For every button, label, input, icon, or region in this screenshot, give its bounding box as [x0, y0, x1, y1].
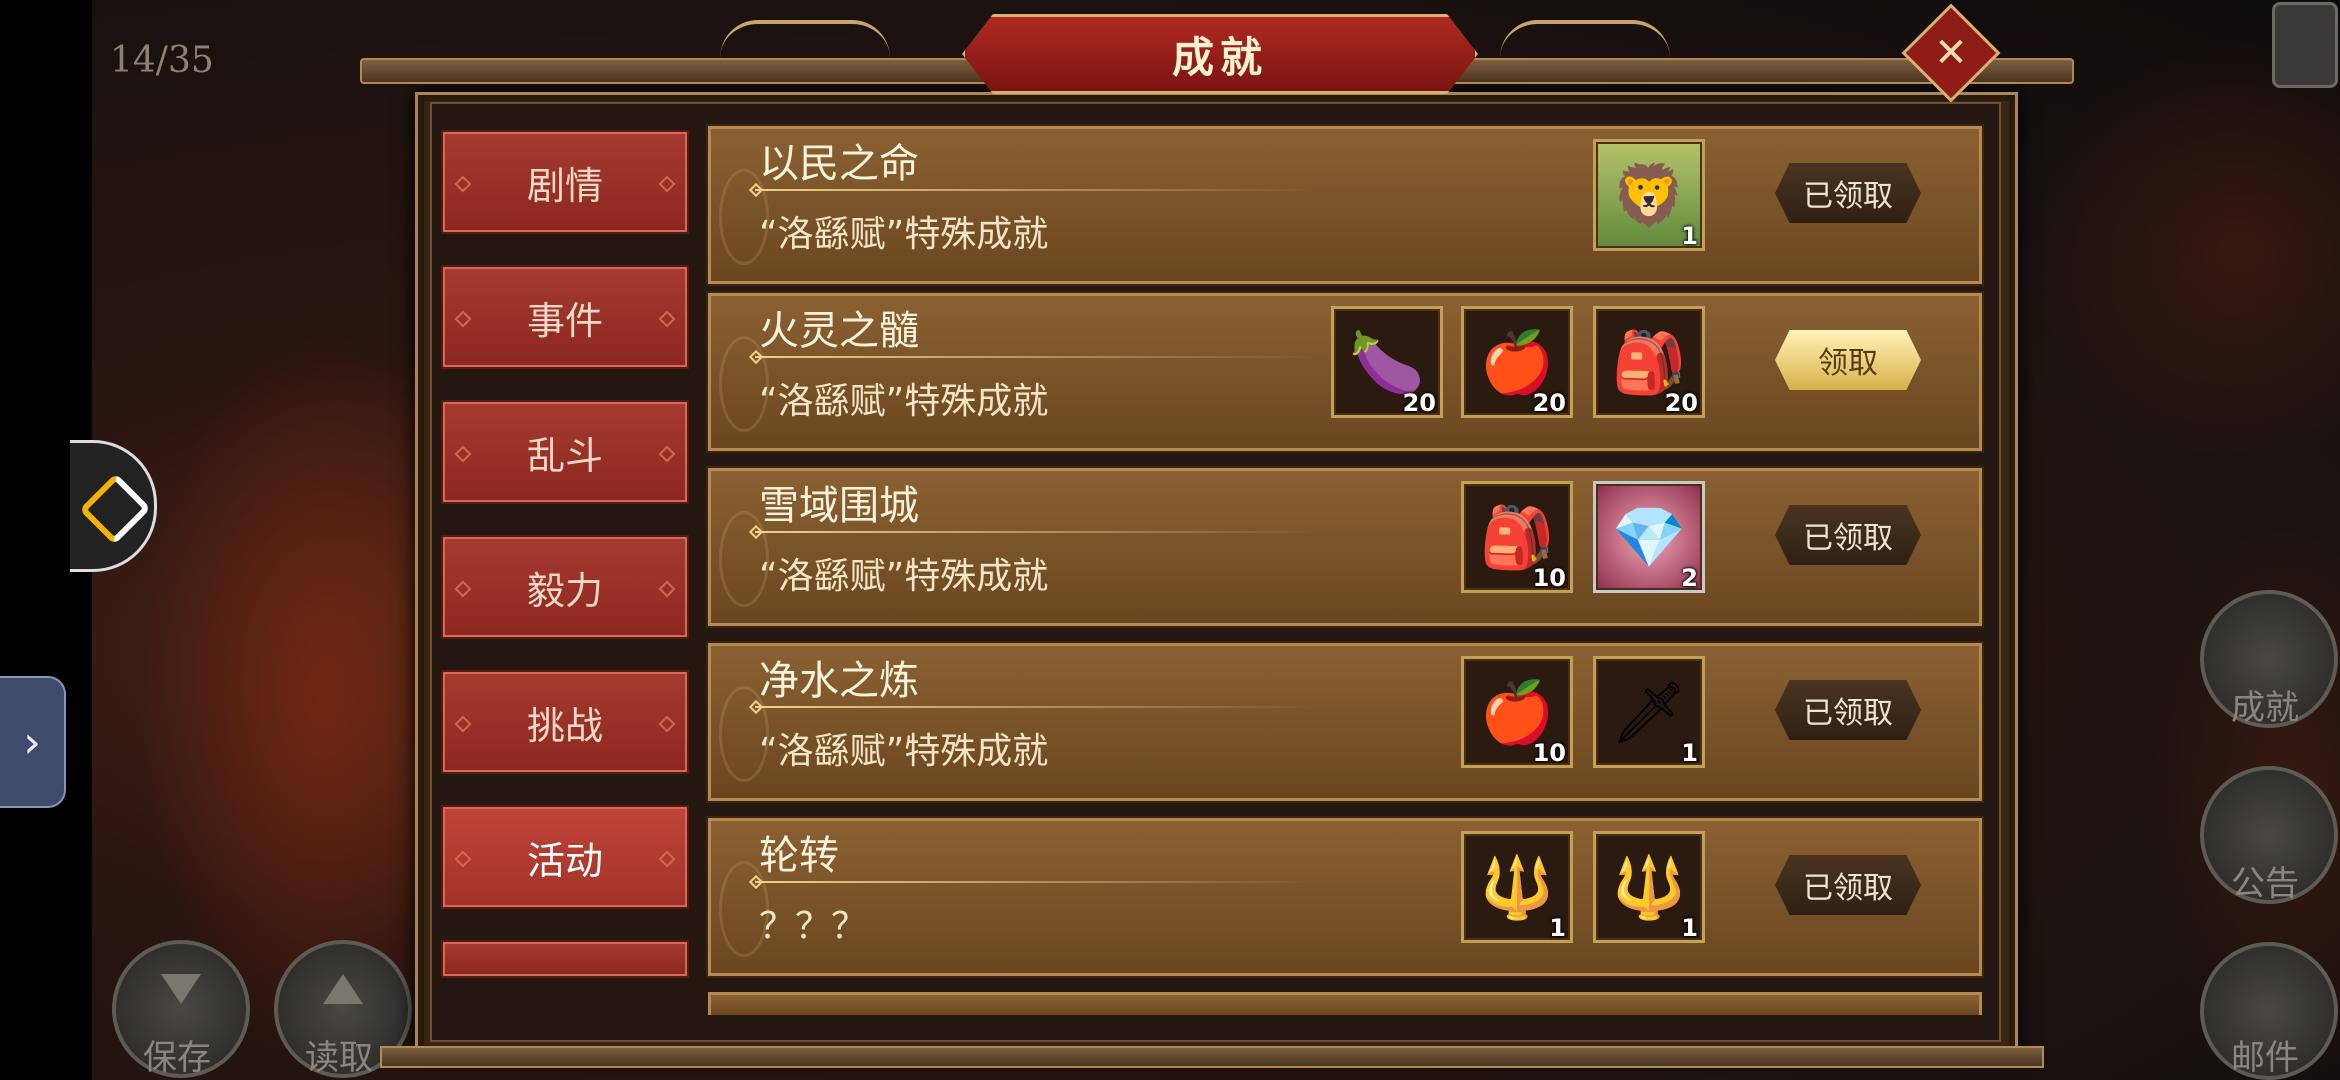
blue-gourd-fruit-icon[interactable]: 🍆 20: [1331, 306, 1443, 418]
achievement-row: 雪域围城 “洛繇赋”特殊成就 🎒 10 💎 2 已领取: [708, 468, 1982, 626]
claimed-button[interactable]: 已领取: [1775, 855, 1921, 915]
red-tassel-spear-icon[interactable]: 🔱 1: [1461, 831, 1573, 943]
achievement-title: 净水之炼: [759, 658, 919, 704]
tab-partial[interactable]: [443, 942, 687, 976]
chibi-general-portrait-icon[interactable]: 🦁 1: [1593, 139, 1705, 251]
expand-sidebar-handle[interactable]: ›: [0, 676, 66, 808]
gold-spear-icon[interactable]: 🔱 1: [1593, 831, 1705, 943]
dialog-bottom-bar: [380, 1046, 2044, 1068]
pink-crystal-icon[interactable]: 💎 2: [1593, 481, 1705, 593]
tab-label: 事件: [526, 298, 603, 343]
red-pomegranate-icon[interactable]: 🍎 10: [1461, 656, 1573, 768]
right-scroll-ornament: [1500, 20, 1670, 58]
achievement-desc: “洛繇赋”特殊成就: [759, 556, 1049, 597]
claim-button[interactable]: 领取: [1775, 330, 1921, 390]
load-icon: [323, 974, 363, 1004]
save-label: 保存: [143, 1038, 211, 1078]
assistant-logo-icon: [78, 472, 152, 546]
reward-count: 1: [1681, 222, 1698, 250]
claimed-button[interactable]: 已领取: [1775, 163, 1921, 223]
achievement-row: 以民之命 “洛繇赋”特殊成就 🦁 1 已领取: [708, 126, 1982, 284]
achievement-title: 雪域围城: [759, 483, 919, 529]
achievement-desc: “洛繇赋”特殊成就: [759, 731, 1049, 772]
red-pomegranate-icon[interactable]: 🍎 20: [1461, 306, 1573, 418]
achievement-title: 以民之命: [759, 141, 919, 187]
tab-perseverance[interactable]: 毅力: [443, 537, 687, 637]
save-icon: [161, 974, 201, 1004]
close-icon[interactable]: ✕: [1916, 18, 1986, 88]
tab-challenge[interactable]: 挑战: [443, 672, 687, 772]
tab-label: 乱斗: [526, 433, 603, 478]
chevron-right-icon: ›: [23, 716, 41, 768]
achievement-desc: “洛繇赋”特殊成就: [759, 381, 1049, 422]
tab-story[interactable]: 剧情: [443, 132, 687, 232]
claimed-button[interactable]: 已领取: [1775, 680, 1921, 740]
achievement-row: 火灵之髓 “洛繇赋”特殊成就 🍆 20 🍎 20 🎒 20 领取: [708, 293, 1982, 451]
red-pouch-icon[interactable]: 🎒 10: [1461, 481, 1573, 593]
page-counter: 14/35: [110, 40, 214, 81]
achievement-title: 轮转: [759, 833, 839, 879]
claimed-button[interactable]: 已领取: [1775, 505, 1921, 565]
achievement-title: 火灵之髓: [759, 308, 919, 354]
corner-menu-icon[interactable]: [2272, 2, 2338, 88]
side-menu-label-2: 邮件: [2231, 1038, 2299, 1078]
reward-count: 2: [1681, 564, 1698, 592]
tab-brawl[interactable]: 乱斗: [443, 402, 687, 502]
reward-count: 20: [1664, 389, 1698, 417]
achievement-desc: ？？？: [759, 906, 868, 947]
tab-label: 毅力: [526, 568, 603, 613]
achievement-row: 轮转 ？？？ 🔱 1 🔱 1 已领取: [708, 818, 1982, 976]
reward-count: 10: [1532, 739, 1566, 767]
side-menu-label-0: 成就: [2231, 688, 2299, 728]
tab-event[interactable]: 事件: [443, 267, 687, 367]
tab-label: 剧情: [526, 163, 603, 208]
reward-count: 1: [1681, 914, 1698, 942]
side-menu-label-1: 公告: [2231, 864, 2299, 904]
reward-count: 20: [1532, 389, 1566, 417]
reward-count: 1: [1681, 739, 1698, 767]
left-scroll-ornament: [720, 20, 890, 58]
reward-count: 1: [1549, 914, 1566, 942]
dialog-title: 成就: [1171, 32, 1268, 82]
achievement-row-partial: [708, 992, 1982, 1015]
tab-label: 挑战: [526, 703, 603, 748]
sword-icon[interactable]: 🗡 1: [1593, 656, 1705, 768]
reward-count: 20: [1402, 389, 1436, 417]
reward-count: 10: [1532, 564, 1566, 592]
dialog-title-plate: 成就: [962, 14, 1478, 94]
tab-activity[interactable]: 活动: [443, 807, 687, 907]
red-pouch-icon[interactable]: 🎒 20: [1593, 306, 1705, 418]
achievement-row: 净水之炼 “洛繇赋”特殊成就 🍎 10 🗡 1 已领取: [708, 643, 1982, 801]
achievement-desc: “洛繇赋”特殊成就: [759, 214, 1049, 255]
tab-label: 活动: [526, 838, 603, 883]
